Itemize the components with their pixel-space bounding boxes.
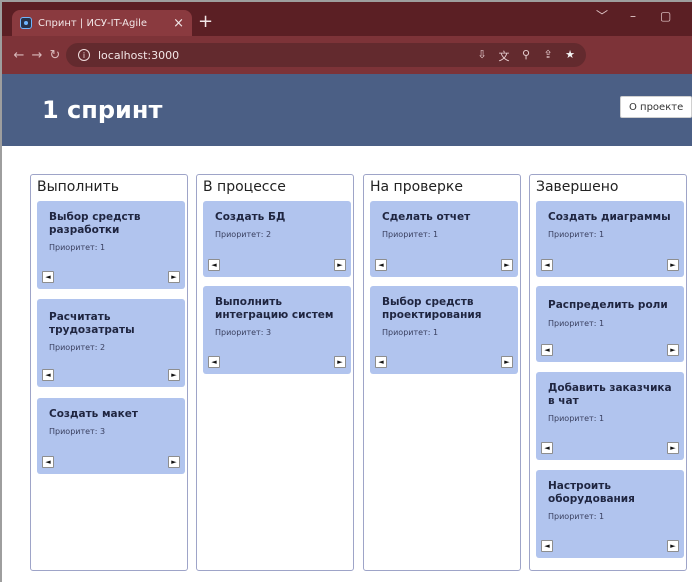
move-right-button[interactable]: ► — [667, 540, 679, 552]
task-title: Распределить роли — [548, 299, 668, 311]
column-title: На проверке — [370, 179, 463, 195]
move-left-button[interactable]: ◄ — [375, 356, 387, 368]
move-left-button[interactable]: ◄ — [208, 356, 220, 368]
task-card[interactable]: Создать макет Приоритет: 3 ◄ ► — [37, 398, 185, 474]
install-app-icon[interactable]: ⇩ — [476, 48, 488, 64]
omnibox-actions: ⇩ 文 ⚲ ⇪ ★ — [476, 48, 576, 64]
task-card[interactable]: Выбор средств проектирования Приоритет: … — [370, 286, 518, 374]
task-priority: Приоритет: 1 — [382, 230, 439, 239]
move-left-button[interactable]: ◄ — [541, 442, 553, 454]
react-favicon-icon — [20, 17, 32, 29]
translate-icon[interactable]: 文 — [498, 48, 510, 64]
site-info-icon[interactable]: i — [78, 49, 90, 61]
move-right-button[interactable]: ► — [168, 271, 180, 283]
column-title: Выполнить — [37, 179, 119, 195]
task-priority: Приоритет: 1 — [548, 230, 605, 239]
browser-titlebar: Спринт | ИСУ-IT-Agile × + ﹀ – ▢ — [2, 2, 692, 36]
share-icon[interactable]: ⇪ — [542, 48, 554, 64]
move-right-button[interactable]: ► — [501, 259, 513, 271]
move-right-button[interactable]: ► — [501, 356, 513, 368]
column-title: В процессе — [203, 179, 286, 195]
browser-toolbar: ← → ↻ i localhost:3000 ⇩ 文 ⚲ ⇪ ★ A ● ✱ ◧… — [2, 36, 692, 97]
app-header: 1 спринт О проекте — [2, 74, 692, 146]
task-card[interactable]: Настроить оборудования Приоритет: 1 ◄ ► — [536, 470, 684, 558]
move-left-button[interactable]: ◄ — [375, 259, 387, 271]
move-right-button[interactable]: ► — [334, 259, 346, 271]
task-title: Выбор средств разработки — [49, 211, 141, 236]
move-left-button[interactable]: ◄ — [541, 540, 553, 552]
task-card[interactable]: Выполнить интеграцию систем Приоритет: 3… — [203, 286, 351, 374]
task-card[interactable]: Выбор средств разработки Приоритет: 1 ◄ … — [37, 201, 185, 289]
task-priority: Приоритет: 2 — [215, 230, 272, 239]
move-right-button[interactable]: ► — [667, 259, 679, 271]
browser-window: Спринт | ИСУ-IT-Agile × + ﹀ – ▢ ← → ↻ i … — [0, 0, 692, 582]
task-priority: Приоритет: 1 — [49, 243, 106, 252]
column-title: Завершено — [536, 179, 619, 195]
task-card[interactable]: Сделать отчет Приоритет: 1 ◄ ► — [370, 201, 518, 277]
task-title: Создать диаграммы — [548, 211, 671, 223]
forward-arrow-icon[interactable]: → — [30, 48, 44, 63]
move-left-button[interactable]: ◄ — [42, 456, 54, 468]
task-priority: Приоритет: 1 — [548, 414, 605, 423]
task-card[interactable]: Добавить заказчика в чат Приоритет: 1 ◄ … — [536, 372, 684, 460]
task-card[interactable]: Расчитать трудозатраты Приоритет: 2 ◄ ► — [37, 299, 185, 387]
task-title: Выполнить интеграцию систем — [215, 296, 334, 321]
move-right-button[interactable]: ► — [334, 356, 346, 368]
task-title: Сделать отчет — [382, 211, 471, 223]
column-review: На проверке Сделать отчет Приоритет: 1 ◄… — [363, 174, 521, 571]
task-card[interactable]: Создать диаграммы Приоритет: 1 ◄ ► — [536, 201, 684, 277]
task-title: Выбор средств проектирования — [382, 296, 482, 321]
tab-title: Спринт | ИСУ-IT-Agile — [38, 17, 148, 29]
task-priority: Приоритет: 2 — [49, 343, 106, 352]
minimize-button[interactable]: – — [630, 10, 636, 22]
task-title: Добавить заказчика в чат — [548, 382, 672, 407]
task-priority: Приоритет: 1 — [382, 328, 439, 337]
task-priority: Приоритет: 1 — [548, 319, 605, 328]
url-text: localhost:3000 — [98, 48, 180, 62]
zoom-icon[interactable]: ⚲ — [520, 48, 532, 64]
new-tab-button[interactable]: + — [198, 13, 213, 31]
move-left-button[interactable]: ◄ — [42, 369, 54, 381]
task-priority: Приоритет: 3 — [215, 328, 272, 337]
page-title: 1 спринт — [42, 96, 163, 124]
task-card[interactable]: Создать БД Приоритет: 2 ◄ ► — [203, 201, 351, 277]
back-arrow-icon[interactable]: ← — [12, 48, 26, 63]
task-priority: Приоритет: 1 — [548, 512, 605, 521]
move-left-button[interactable]: ◄ — [42, 271, 54, 283]
column-done: Завершено Создать диаграммы Приоритет: 1… — [529, 174, 687, 571]
column-in-progress: В процессе Создать БД Приоритет: 2 ◄ ► В… — [196, 174, 354, 571]
task-title: Создать макет — [49, 408, 138, 420]
move-right-button[interactable]: ► — [667, 344, 679, 356]
tab-search-chevron-icon[interactable]: ﹀ — [596, 10, 608, 22]
move-right-button[interactable]: ► — [667, 442, 679, 454]
move-right-button[interactable]: ► — [168, 456, 180, 468]
address-bar[interactable]: i localhost:3000 ⇩ 文 ⚲ ⇪ ★ — [66, 43, 586, 67]
task-priority: Приоритет: 3 — [49, 427, 106, 436]
reload-icon[interactable]: ↻ — [48, 48, 62, 63]
browser-tab[interactable]: Спринт | ИСУ-IT-Agile × — [12, 10, 192, 36]
task-title: Создать БД — [215, 211, 286, 223]
move-left-button[interactable]: ◄ — [541, 259, 553, 271]
task-title: Расчитать трудозатраты — [49, 311, 135, 336]
move-left-button[interactable]: ◄ — [541, 344, 553, 356]
column-todo: Выполнить Выбор средств разработки Приор… — [30, 174, 188, 571]
task-card[interactable]: Распределить роли Приоритет: 1 ◄ ► — [536, 286, 684, 362]
move-left-button[interactable]: ◄ — [208, 259, 220, 271]
task-title: Настроить оборудования — [548, 480, 635, 505]
tab-close-button[interactable]: × — [173, 17, 184, 30]
maximize-button[interactable]: ▢ — [660, 10, 671, 22]
move-right-button[interactable]: ► — [168, 369, 180, 381]
about-project-button[interactable]: О проекте — [620, 96, 692, 118]
bookmark-star-icon[interactable]: ★ — [564, 48, 576, 64]
